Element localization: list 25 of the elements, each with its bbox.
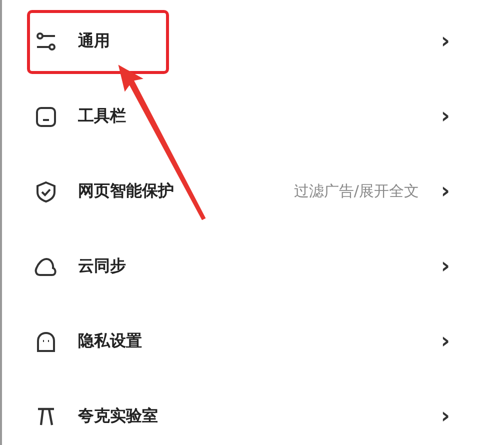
chevron-icon: ›	[440, 106, 450, 128]
settings-row[interactable]: 网页智能保护 过滤广告/展开全文 ›	[2, 154, 480, 229]
cloud-icon	[34, 256, 58, 278]
settings-row[interactable]: 夸克实验室 ›	[2, 379, 480, 445]
row-label: 网页智能保护	[78, 181, 174, 202]
settings-row[interactable]: 通用 ›	[2, 4, 480, 79]
shield-check-icon	[35, 180, 57, 202]
sliders-icon	[35, 30, 57, 52]
row-label: 隐私设置	[78, 331, 142, 352]
lab-icon	[35, 406, 57, 428]
row-label: 夸克实验室	[78, 406, 158, 427]
chevron-icon: ›	[440, 180, 450, 202]
settings-row[interactable]: 工具栏 ›	[2, 79, 480, 154]
chevron-icon: ›	[440, 256, 450, 278]
row-label: 工具栏	[78, 106, 126, 127]
row-label: 云同步	[78, 256, 126, 277]
chevron-icon: ›	[440, 330, 450, 352]
row-label: 通用	[78, 31, 110, 52]
chevron-icon: ›	[440, 406, 450, 428]
ghost-icon	[35, 330, 57, 352]
chevron-icon: ›	[440, 30, 450, 52]
row-value: 过滤广告/展开全文	[294, 182, 419, 201]
settings-row[interactable]: 云同步 ›	[2, 229, 480, 304]
settings-row[interactable]: 隐私设置 ›	[2, 304, 480, 379]
toolbar-icon	[35, 106, 57, 128]
